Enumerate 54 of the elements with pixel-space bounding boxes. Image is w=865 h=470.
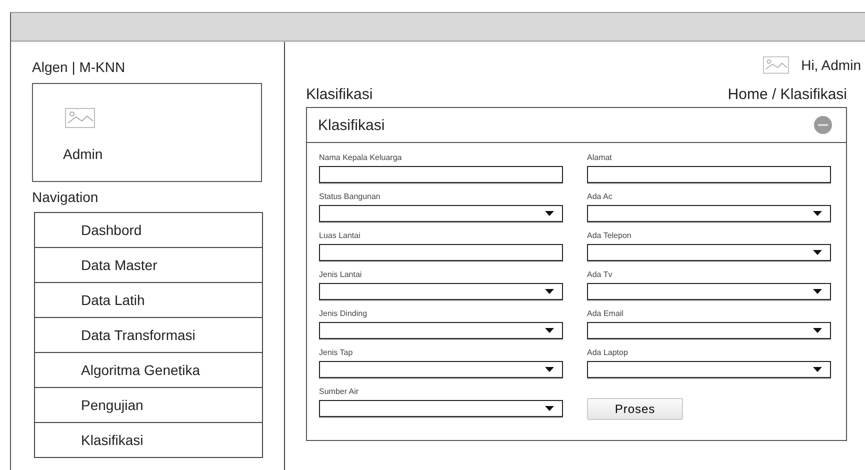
dropdown-field[interactable] bbox=[319, 400, 563, 417]
caret-icon bbox=[813, 367, 822, 372]
nav-item[interactable]: Data Master bbox=[35, 248, 262, 283]
dropdown-field[interactable] bbox=[587, 283, 831, 300]
dropdown-field[interactable] bbox=[587, 322, 831, 339]
field-label: Nama Kepala Keluarga bbox=[319, 153, 403, 164]
nav-item[interactable]: Klasifikasi bbox=[35, 423, 262, 458]
dropdown-field[interactable] bbox=[587, 244, 831, 261]
image-placeholder-icon bbox=[65, 108, 95, 128]
field-label: Ada Tv bbox=[587, 270, 614, 281]
dropdown-field[interactable] bbox=[587, 205, 831, 222]
input-field[interactable] bbox=[587, 166, 831, 183]
field-label: Luas Lantai bbox=[319, 231, 362, 242]
breadcrumb: Home / Klasifikasi bbox=[728, 86, 847, 103]
nav-heading: Navigation bbox=[32, 189, 100, 205]
avatar-image-icon bbox=[763, 56, 790, 74]
field-label: Ada Laptop bbox=[587, 348, 629, 359]
dropdown-field[interactable] bbox=[319, 361, 563, 378]
nav-item[interactable]: Algoritma Genetika bbox=[35, 353, 262, 388]
caret-icon bbox=[545, 406, 554, 411]
caret-icon bbox=[545, 367, 554, 372]
panel-title: Klasifikasi bbox=[318, 116, 385, 134]
greeting: Hi, Admin bbox=[801, 57, 861, 73]
field-label: Alamat bbox=[587, 153, 613, 164]
caret-icon bbox=[813, 289, 822, 294]
caret-icon bbox=[813, 250, 822, 255]
field-label: Jenis Tap bbox=[319, 348, 354, 359]
field-label: Jenis Dinding bbox=[319, 309, 368, 320]
collapse-icon[interactable] bbox=[814, 116, 832, 134]
caret-icon bbox=[813, 328, 822, 333]
field-label: Ada Ac bbox=[587, 192, 614, 203]
field-label: Ada Email bbox=[587, 309, 624, 320]
brand-title: Algen | M-KNN bbox=[32, 59, 126, 75]
caret-icon bbox=[545, 211, 554, 216]
dropdown-field[interactable] bbox=[587, 361, 831, 378]
input-field[interactable] bbox=[319, 244, 563, 261]
dropdown-field[interactable] bbox=[319, 283, 563, 300]
field-label: Ada Telepon bbox=[587, 231, 632, 242]
dropdown-field[interactable] bbox=[319, 322, 563, 339]
nav-item[interactable]: Data Latih bbox=[35, 283, 262, 318]
input-field[interactable] bbox=[319, 166, 563, 183]
field-label: Jenis Lantai bbox=[319, 270, 363, 281]
process-button[interactable]: Proses bbox=[587, 398, 683, 420]
nav-item[interactable]: Data Transformasi bbox=[35, 318, 262, 353]
caret-icon bbox=[813, 211, 822, 216]
nav-item[interactable]: Dashbord bbox=[35, 213, 262, 248]
field-label: Status Bangunan bbox=[319, 192, 382, 203]
nav-item[interactable]: Pengujian bbox=[35, 388, 262, 423]
page-title: Klasifikasi bbox=[306, 86, 373, 103]
dropdown-field[interactable] bbox=[319, 205, 563, 222]
field-label: Sumber Air bbox=[319, 387, 360, 398]
profile-name: Admin bbox=[63, 146, 104, 162]
caret-icon bbox=[545, 289, 554, 294]
caret-icon bbox=[545, 328, 554, 333]
